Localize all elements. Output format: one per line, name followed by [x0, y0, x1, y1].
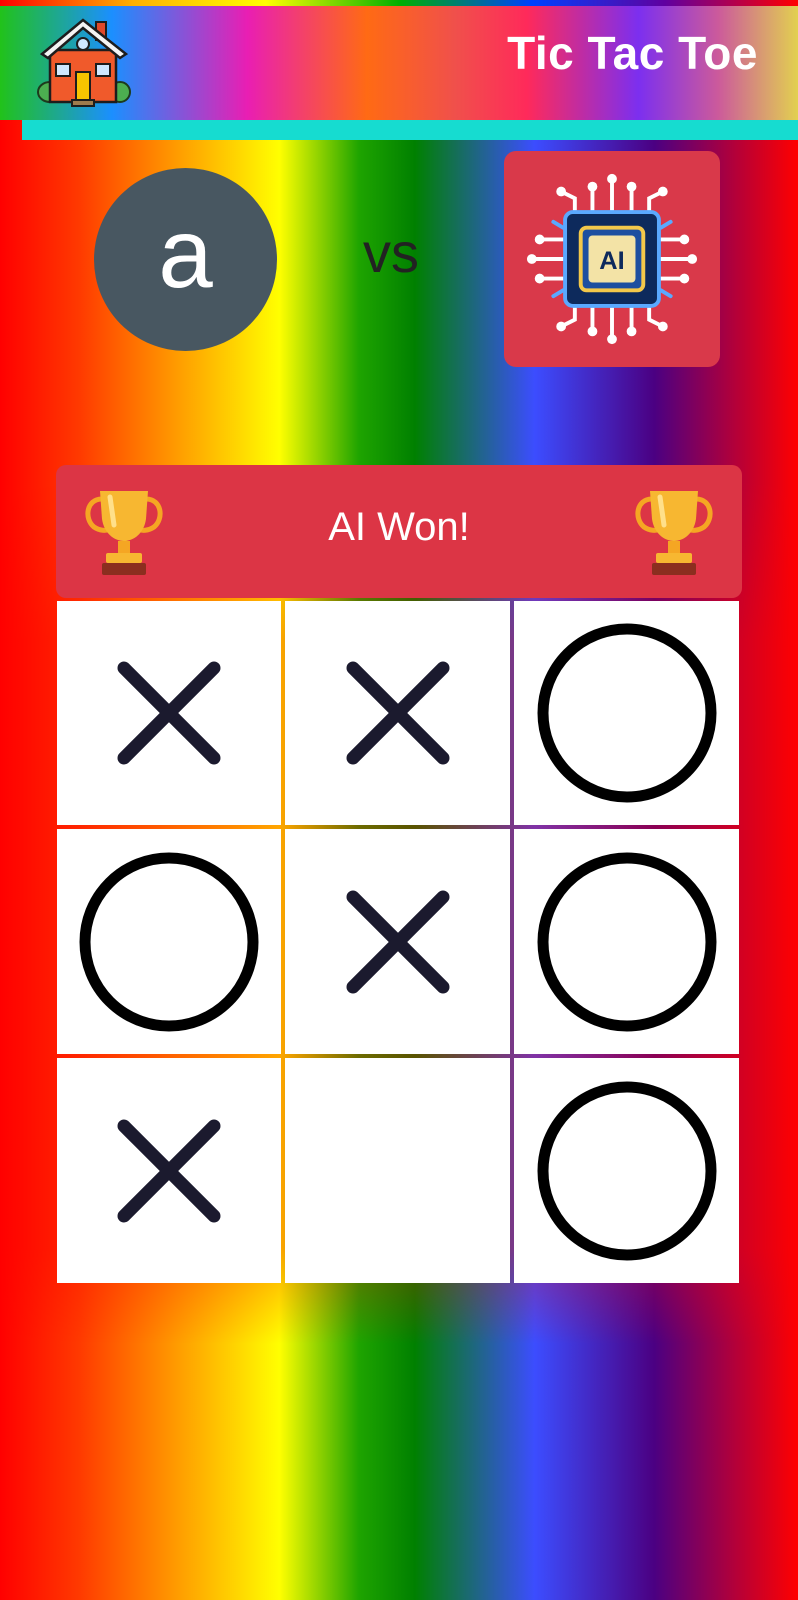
trophy-icon	[635, 491, 713, 575]
x-mark-icon	[117, 661, 221, 765]
ai-chip-icon: AI	[526, 173, 698, 345]
result-banner: AI Won!	[56, 465, 742, 598]
board-cell-5[interactable]	[285, 829, 510, 1054]
o-mark-icon	[537, 623, 716, 803]
board-cell-1[interactable]	[57, 601, 281, 825]
board-cell-4[interactable]	[57, 829, 281, 1054]
home-button[interactable]	[36, 12, 132, 110]
board-cell-7[interactable]	[57, 1058, 281, 1283]
player-avatar: a	[94, 168, 277, 351]
vs-label: vs	[363, 221, 419, 284]
o-mark-icon	[79, 852, 259, 1031]
x-mark-icon	[346, 890, 449, 993]
ai-chip-label: AI	[599, 247, 624, 275]
house-icon	[37, 18, 131, 107]
ai-avatar: AI	[504, 151, 720, 367]
board-cell-3[interactable]	[514, 601, 739, 825]
x-mark-icon	[346, 661, 449, 765]
game-board	[57, 601, 741, 1284]
x-mark-icon	[117, 1119, 221, 1222]
board-cell-8[interactable]	[285, 1058, 510, 1283]
board-cell-6[interactable]	[514, 829, 739, 1054]
player-initial: a	[158, 197, 213, 308]
o-mark-icon	[537, 1081, 716, 1260]
board-cell-9[interactable]	[514, 1058, 739, 1283]
app-header: Tic Tac Toe	[0, 0, 798, 120]
result-text: AI Won!	[328, 505, 470, 549]
app-title: Tic Tac Toe	[507, 27, 758, 79]
o-mark-icon	[537, 852, 716, 1031]
header-underline	[22, 120, 798, 140]
board-cell-2[interactable]	[285, 601, 510, 825]
trophy-icon	[85, 491, 163, 575]
header-top-strip	[0, 0, 798, 6]
